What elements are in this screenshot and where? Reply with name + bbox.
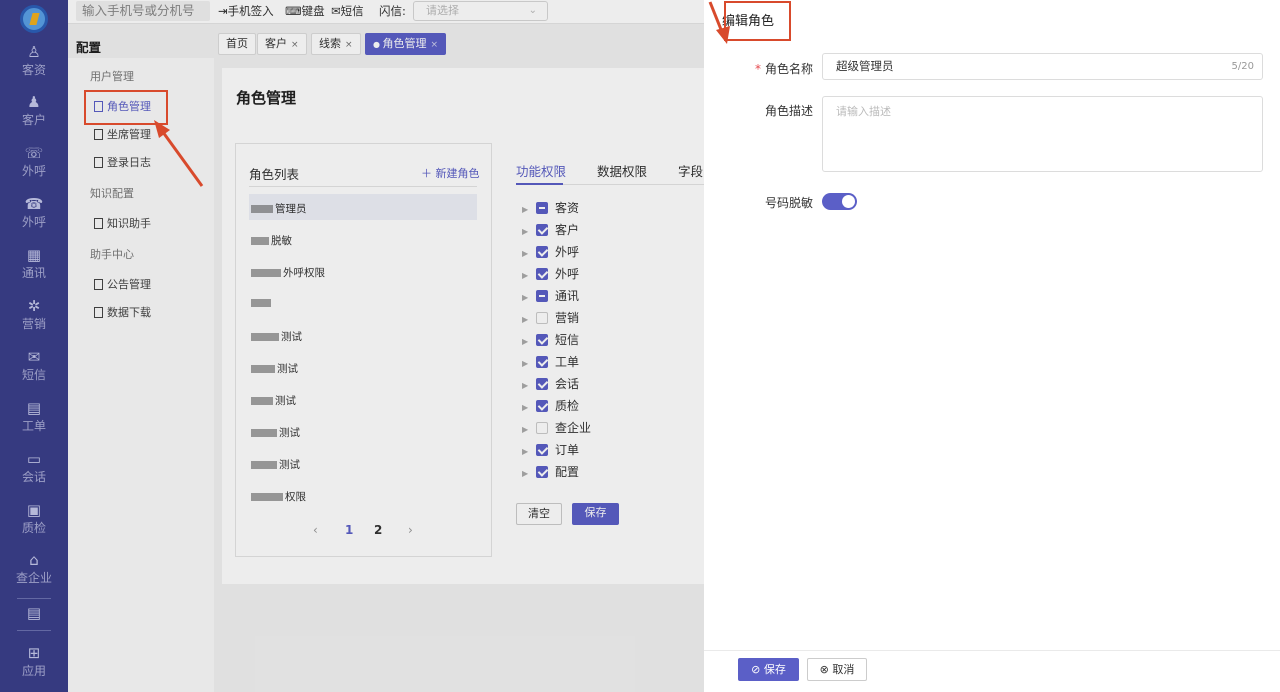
- number-mask-toggle[interactable]: [822, 193, 857, 210]
- char-counter: 5/20: [1231, 61, 1254, 72]
- role-name-input[interactable]: 超级管理员 5/20: [822, 53, 1263, 80]
- drawer-save-button[interactable]: ⊘ 保存: [738, 658, 799, 681]
- role-desc-textarea[interactable]: 请输入描述: [822, 96, 1263, 172]
- role-name-label-text: 角色名称: [764, 62, 813, 76]
- number-mask-label: 号码脱敏: [764, 196, 813, 210]
- annotation-arrow: [154, 120, 204, 187]
- annotation-box: [724, 1, 791, 41]
- role-name-label: * 角色名称: [733, 60, 813, 77]
- cancel-label: 取消: [832, 663, 855, 676]
- divider: [704, 650, 1280, 651]
- close-circle-icon: ⊗: [819, 663, 829, 676]
- role-name-value: 超级管理员: [836, 59, 894, 73]
- check-circle-icon: ⊘: [751, 663, 761, 676]
- drawer-cancel-button[interactable]: ⊗ 取消: [807, 658, 867, 681]
- role-desc-label: 角色描述: [764, 104, 813, 118]
- save-label: 保存: [763, 663, 786, 676]
- annotation-arrow: [708, 1, 730, 44]
- required-mark: *: [754, 62, 761, 76]
